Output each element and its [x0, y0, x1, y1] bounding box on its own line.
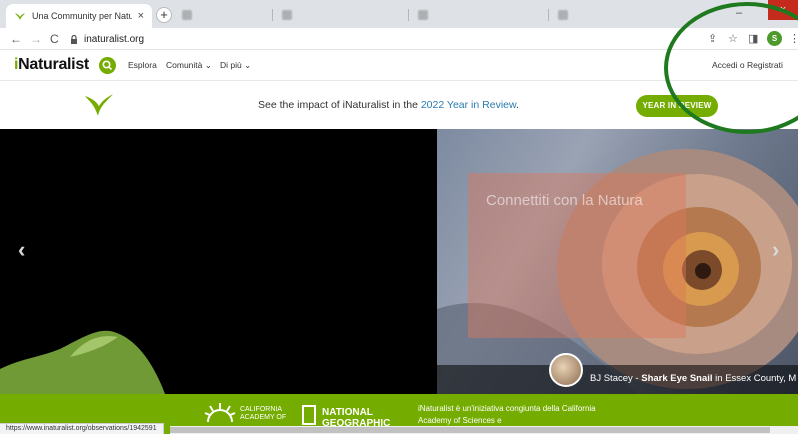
- footer-initiative-text: iNaturalist è un'iniziativa congiunta de…: [418, 404, 596, 425]
- inaturalist-bird-icon: [85, 94, 113, 116]
- tab-title: Una Community per Naturalisti: [32, 11, 132, 21]
- back-button[interactable]: ←: [10, 32, 22, 46]
- tab-separator: [408, 9, 409, 21]
- carousel-next-icon[interactable]: ›: [772, 237, 779, 263]
- reload-button[interactable]: C: [50, 32, 59, 46]
- inaturalist-logo[interactable]: iNaturalist: [14, 56, 89, 74]
- year-in-review-link[interactable]: 2022 Year in Review: [421, 99, 516, 111]
- horizontal-scrollbar[interactable]: [170, 426, 798, 434]
- observer-name[interactable]: BJ Stacey: [590, 373, 633, 384]
- nav-di-piu[interactable]: Di più ⌄: [220, 60, 251, 71]
- lock-icon: [71, 34, 77, 44]
- tab-strip: Una Community per Naturalisti × + – ×: [0, 0, 798, 28]
- background-tab[interactable]: [182, 8, 192, 22]
- favicon-icon: [282, 10, 292, 20]
- inaturalist-favicon-icon: [15, 13, 25, 20]
- observer-avatar[interactable]: [549, 353, 583, 387]
- favicon-icon: [418, 10, 428, 20]
- tab-inaturalist[interactable]: Una Community per Naturalisti ×: [6, 4, 152, 28]
- nav-esplora[interactable]: Esplora: [128, 60, 157, 70]
- favicon-icon: [558, 10, 568, 20]
- background-tab[interactable]: [282, 8, 292, 22]
- tab-separator: [272, 9, 273, 21]
- hero-carousel: Connettiti con la Natura ‹ › BJ Stacey -…: [0, 129, 798, 394]
- search-icon: [102, 60, 113, 71]
- url-text: inaturalist.org: [84, 33, 145, 45]
- browser-window: Una Community per Naturalisti × + – × ← …: [0, 0, 798, 434]
- tab-separator: [548, 9, 549, 21]
- favicon-icon: [182, 10, 192, 20]
- nat-geo-border-icon: [302, 405, 316, 425]
- nav-comunita[interactable]: Comunità ⌄: [166, 60, 212, 71]
- forward-button[interactable]: →: [30, 32, 42, 46]
- fern-image: [0, 330, 165, 394]
- cas-sun-logo-icon: [204, 403, 236, 423]
- site-search-button[interactable]: [99, 57, 116, 74]
- cas-logo-text[interactable]: CALIFORNIA ACADEMY OF: [240, 406, 290, 422]
- hero-title: Connettiti con la Natura: [486, 192, 643, 209]
- background-tab[interactable]: [558, 8, 568, 22]
- banner-text: See the impact of iNaturalist in the 202…: [258, 99, 519, 111]
- species-name[interactable]: Shark Eye Snail: [641, 373, 712, 384]
- scrollbar-thumb[interactable]: [170, 427, 770, 433]
- close-tab-icon[interactable]: ×: [138, 10, 144, 22]
- new-tab-button[interactable]: +: [156, 7, 172, 23]
- status-url: https://www.inaturalist.org/observations…: [0, 423, 164, 434]
- omnibox[interactable]: inaturalist.org: [64, 30, 684, 48]
- carousel-prev-icon[interactable]: ‹: [18, 237, 25, 263]
- photo-caption: BJ Stacey - Shark Eye Snail in Essex Cou…: [590, 373, 797, 384]
- background-tab[interactable]: [418, 8, 428, 22]
